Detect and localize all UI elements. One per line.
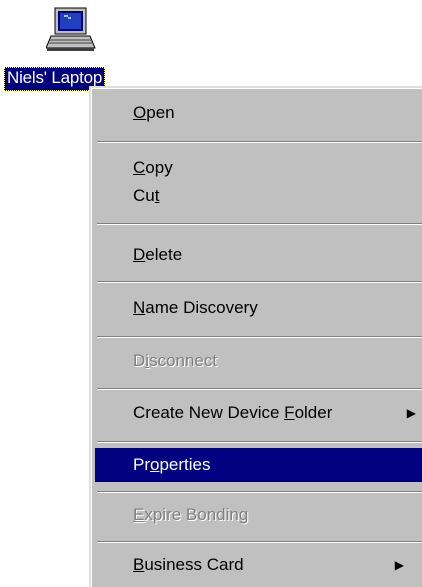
menu-separator [97, 336, 422, 338]
menu-separator [97, 441, 422, 443]
menu-separator [97, 541, 422, 543]
menu-item-create-new-device-folder[interactable]: Create New Device Folder ▶ [95, 396, 422, 430]
menu-separator [97, 141, 422, 143]
menu-item-disconnect: Disconnect [133, 351, 218, 370]
submenu-arrow-icon: ▶ [394, 558, 404, 572]
menu-item-cut[interactable]: Cut [95, 179, 422, 213]
menu-item-business-card[interactable]: Business Card ▶ [95, 548, 422, 582]
desktop-icon-niels-laptop[interactable]: Niels' Laptop [0, 0, 140, 92]
menu-item-name-discovery[interactable]: Name Discovery [95, 291, 422, 325]
menu-item-open[interactable]: Open [95, 96, 422, 130]
menu-item-expire-bonding: Expire Bonding [133, 505, 249, 524]
laptop-icon [46, 7, 96, 51]
context-menu: Open Copy Cut Delete Name Discovery Disc… [89, 86, 422, 587]
menu-separator [97, 388, 422, 390]
submenu-arrow-icon: ▶ [406, 406, 416, 420]
menu-item-delete[interactable]: Delete [95, 238, 422, 272]
menu-item-properties[interactable]: Properties [95, 448, 422, 482]
menu-separator [97, 223, 422, 225]
menu-separator [97, 281, 422, 283]
menu-separator [97, 491, 422, 493]
